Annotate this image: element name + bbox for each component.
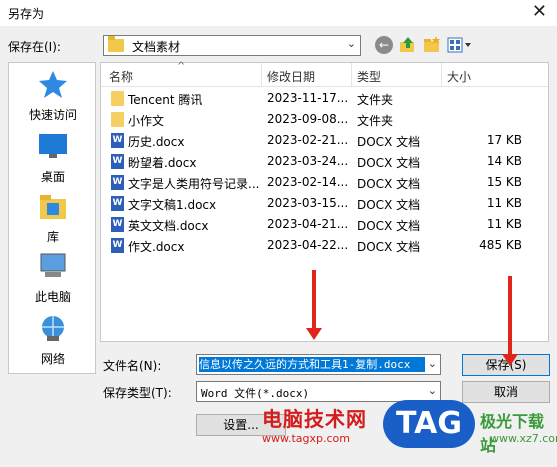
word-document-icon: W bbox=[111, 175, 124, 190]
file-date: 2023-04-22... bbox=[267, 238, 349, 252]
desktop-icon bbox=[39, 134, 67, 158]
view-menu-icon[interactable] bbox=[447, 36, 473, 54]
computer-icon bbox=[40, 253, 66, 277]
column-name[interactable]: 名称 bbox=[109, 68, 133, 85]
location-value: 文档素材 bbox=[132, 40, 181, 54]
folder-icon bbox=[111, 112, 124, 127]
network-icon bbox=[42, 316, 64, 341]
place-desktop[interactable]: 桌面 bbox=[9, 131, 97, 185]
file-size: 485 KB bbox=[479, 238, 522, 252]
places-bar: 快速访问 桌面 库 此电脑 网络 bbox=[8, 62, 96, 374]
file-row[interactable]: Tencent 腾讯 2023-11-17... 文件夹 bbox=[101, 88, 548, 109]
word-document-icon: W bbox=[111, 238, 124, 253]
file-name: 作文.docx bbox=[128, 240, 185, 254]
file-name: 文字文稿1.docx bbox=[128, 198, 217, 212]
place-label: 快速访问 bbox=[28, 108, 77, 122]
file-row[interactable]: W 文字文稿1.docx 2023-03-15... DOCX 文档 11 KB bbox=[101, 193, 548, 214]
annotation-arrow bbox=[306, 270, 322, 340]
file-size: 17 KB bbox=[486, 133, 522, 147]
file-name: 历史.docx bbox=[128, 135, 185, 149]
file-row[interactable]: W 英文文档.docx 2023-04-21... DOCX 文档 11 KB bbox=[101, 214, 548, 235]
file-name: 文字是人类用符号记录... bbox=[128, 177, 260, 191]
column-size[interactable]: 大小 bbox=[447, 68, 471, 85]
file-list: ^ 名称 修改日期 类型 大小 Tencent 腾讯 2023-11-17... 文… bbox=[100, 61, 549, 342]
file-name: 小作文 bbox=[128, 114, 165, 128]
file-date: 2023-02-14... bbox=[267, 175, 349, 189]
file-name: 英文文档.docx bbox=[128, 219, 209, 233]
file-type: DOCX 文档 bbox=[357, 198, 421, 212]
file-date: 2023-02-21... bbox=[267, 133, 349, 147]
word-document-icon: W bbox=[111, 196, 124, 211]
folder-icon bbox=[108, 36, 124, 52]
file-type: DOCX 文档 bbox=[357, 135, 421, 149]
place-label: 桌面 bbox=[40, 170, 65, 184]
file-row[interactable]: W 作文.docx 2023-04-22... DOCX 文档 485 KB bbox=[101, 235, 548, 256]
place-label: 网络 bbox=[40, 352, 65, 366]
star-icon bbox=[39, 71, 67, 98]
file-name: Tencent 腾讯 bbox=[128, 93, 203, 107]
place-network[interactable]: 网络 bbox=[9, 313, 97, 367]
column-divider[interactable] bbox=[441, 63, 442, 87]
file-date: 2023-04-21... bbox=[267, 217, 349, 231]
filetype-label: 保存类型(T): bbox=[103, 386, 172, 400]
file-type: DOCX 文档 bbox=[357, 156, 421, 170]
new-folder-icon[interactable] bbox=[423, 36, 441, 54]
location-dropdown[interactable]: 文档素材 ⌄ bbox=[103, 35, 361, 56]
place-label: 此电脑 bbox=[34, 290, 71, 304]
column-divider[interactable] bbox=[351, 63, 352, 87]
filetype-select[interactable]: Word 文件(*.docx) ⌄ bbox=[196, 381, 441, 402]
title-bar: 另存为 ✕ bbox=[0, 0, 557, 26]
file-type: DOCX 文档 bbox=[357, 177, 421, 191]
column-date[interactable]: 修改日期 bbox=[267, 68, 315, 85]
filetype-value: Word 文件(*.docx) bbox=[201, 387, 310, 400]
sort-up-icon: ^ bbox=[177, 61, 186, 72]
file-type: DOCX 文档 bbox=[357, 219, 421, 233]
file-row[interactable]: W 文字是人类用符号记录... 2023-02-14... DOCX 文档 15 KB bbox=[101, 172, 548, 193]
window-title: 另存为 bbox=[8, 7, 45, 21]
word-document-icon: W bbox=[111, 154, 124, 169]
place-library[interactable]: 库 bbox=[9, 191, 97, 245]
file-type: 文件夹 bbox=[357, 93, 394, 107]
file-size: 14 KB bbox=[486, 154, 522, 168]
folder-icon bbox=[111, 91, 124, 106]
save-in-label: 保存在(I): bbox=[8, 40, 61, 54]
column-divider[interactable] bbox=[261, 63, 262, 87]
chevron-down-icon: ⌄ bbox=[346, 37, 356, 50]
file-row[interactable]: W 历史.docx 2023-02-21... DOCX 文档 17 KB bbox=[101, 130, 548, 151]
chevron-down-icon[interactable]: ⌄ bbox=[428, 384, 437, 397]
close-icon[interactable]: ✕ bbox=[532, 3, 547, 21]
annotation-arrow bbox=[502, 276, 518, 366]
word-document-icon: W bbox=[111, 217, 124, 232]
filename-input[interactable]: 信息以传之久远的方式和工具1-复制.docx ⌄ bbox=[196, 354, 441, 375]
watermark-site-name: 电脑技术网 bbox=[262, 407, 367, 431]
word-document-icon: W bbox=[111, 133, 124, 148]
cancel-button[interactable]: 取消 bbox=[462, 381, 550, 403]
file-size: 11 KB bbox=[486, 217, 522, 231]
file-date: 2023-03-24... bbox=[267, 154, 349, 168]
file-row[interactable]: W 盼望着.docx 2023-03-24... DOCX 文档 14 KB bbox=[101, 151, 548, 172]
back-icon[interactable]: ← bbox=[375, 36, 393, 54]
filename-label: 文件名(N): bbox=[103, 359, 162, 373]
filename-value[interactable]: 信息以传之久远的方式和工具1-复制.docx bbox=[199, 357, 425, 372]
watermark-download-url: www.xz7.com bbox=[490, 432, 557, 445]
place-this-pc[interactable]: 此电脑 bbox=[9, 251, 97, 305]
file-size: 15 KB bbox=[486, 175, 522, 189]
watermark-badge: TAG bbox=[383, 400, 475, 448]
library-icon bbox=[40, 195, 66, 219]
file-size: 11 KB bbox=[486, 196, 522, 210]
file-type: DOCX 文档 bbox=[357, 240, 421, 254]
place-label: 库 bbox=[46, 230, 59, 244]
up-folder-icon[interactable] bbox=[399, 36, 417, 54]
file-date: 2023-09-08... bbox=[267, 112, 349, 126]
column-header: ^ 名称 修改日期 类型 大小 bbox=[101, 61, 548, 87]
file-date: 2023-11-17... bbox=[267, 91, 349, 105]
place-quick-access[interactable]: 快速访问 bbox=[9, 69, 97, 123]
watermark-url: www.tagxp.com bbox=[262, 432, 350, 445]
chevron-down-icon[interactable]: ⌄ bbox=[428, 357, 437, 370]
file-row[interactable]: 小作文 2023-09-08... 文件夹 bbox=[101, 109, 548, 130]
file-name: 盼望着.docx bbox=[128, 156, 197, 170]
file-date: 2023-03-15... bbox=[267, 196, 349, 210]
column-type[interactable]: 类型 bbox=[357, 68, 381, 85]
file-type: 文件夹 bbox=[357, 114, 394, 128]
